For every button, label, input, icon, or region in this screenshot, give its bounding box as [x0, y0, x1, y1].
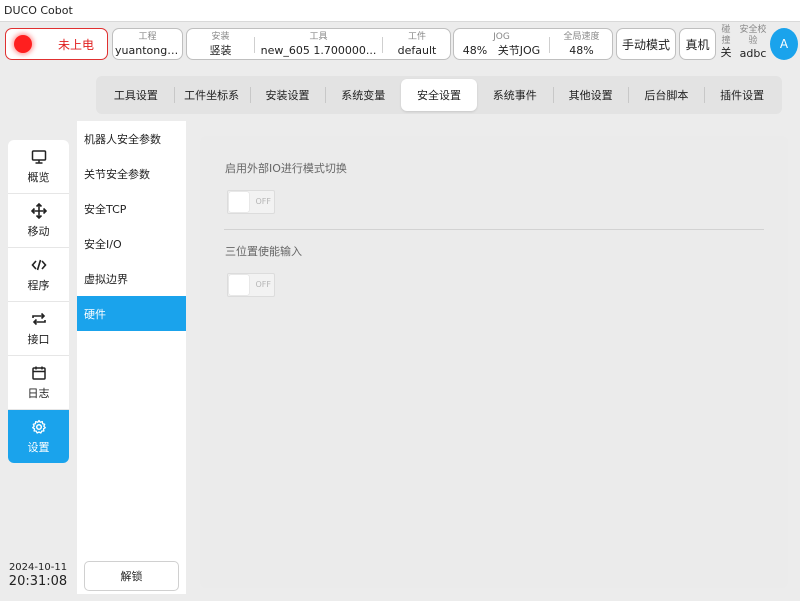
global-speed-field[interactable]: 全局速度 48% [550, 29, 613, 59]
project-value: yuantongda... [115, 44, 182, 57]
gear-icon [31, 419, 46, 434]
workpiece-value: default [397, 44, 437, 57]
tab-other-settings[interactable]: 其他设置 [552, 79, 629, 111]
real-robot-button[interactable]: 真机 [679, 28, 716, 60]
nav-item-program[interactable]: 程序 [8, 248, 69, 302]
global-speed-label: 全局速度 [563, 32, 600, 42]
collision-indicator[interactable]: 碰撞 关 [719, 25, 733, 58]
workpiece-field[interactable]: 工件 default [383, 29, 451, 59]
safety-check[interactable]: 安全校验 adbc [736, 25, 770, 61]
nav-item-move[interactable]: 移动 [8, 194, 69, 248]
settings-tab-bar: 工具设置 工件坐标系 安装设置 系统变量 安全设置 系统事件 其他设置 后台脚本… [96, 76, 782, 114]
toggle-state: OFF [255, 197, 272, 206]
nav-item-label: 设置 [27, 441, 50, 454]
manual-mode-button[interactable]: 手动模式 [616, 28, 676, 60]
safety-check-label: 安全校验 [739, 25, 767, 46]
submenu-item-joint-safety[interactable]: 关节安全参数 [77, 156, 186, 191]
clock: 2024-10-11 20:31:08 [6, 562, 70, 590]
calendar-icon [31, 366, 46, 380]
project-label: 工程 [138, 32, 157, 42]
move-icon [30, 202, 47, 219]
window-title: DUCO Cobot [0, 0, 800, 22]
global-speed-value: 48% [569, 44, 594, 57]
external-io-mode-switch-toggle[interactable]: OFF [227, 190, 275, 214]
nav-item-settings[interactable]: 设置 [8, 410, 69, 463]
tool-value: new_605 1.700000... [260, 44, 377, 57]
jog-label: JOG [493, 32, 510, 42]
swap-icon [31, 312, 46, 325]
nav-item-overview[interactable]: 概览 [8, 140, 69, 194]
tool-field[interactable]: 工具 new_605 1.700000... [255, 29, 382, 59]
current-date: 2024-10-11 [8, 562, 68, 573]
workpiece-label: 工件 [407, 32, 426, 42]
nav-item-label: 日志 [27, 386, 50, 400]
safety-check-value: adbc [739, 47, 767, 60]
tab-workpiece-coordinate[interactable]: 工件坐标系 [173, 79, 250, 111]
jog-mode: 关节JOG [497, 44, 541, 57]
external-io-mode-switch-label: 启用外部IO进行模式切换 [225, 162, 347, 175]
submenu-item-safety-tcp[interactable]: 安全TCP [77, 191, 186, 226]
install-tool-group: 安装 竖装 工具 new_605 1.700000... 工件 default [186, 28, 451, 60]
collision-label: 碰撞 [721, 25, 731, 46]
submenu-item-safety-io[interactable]: 安全I/O [77, 226, 186, 261]
project-field[interactable]: 工程 yuantongda... [112, 28, 183, 60]
jog-speed: 48% [462, 44, 488, 57]
tab-system-variables[interactable]: 系统变量 [325, 79, 401, 111]
divider [224, 229, 764, 230]
tab-install-settings[interactable]: 安装设置 [249, 79, 326, 111]
tab-safety-settings[interactable]: 安全设置 [401, 79, 477, 111]
nav-item-label: 程序 [27, 278, 50, 292]
jog-field[interactable]: JOG 48% 关节JOG [454, 29, 549, 59]
tab-background-script[interactable]: 后台脚本 [628, 79, 704, 111]
three-position-enable-label: 三位置使能输入 [225, 245, 302, 258]
nav-item-label: 移动 [27, 224, 50, 238]
tab-plugin-settings[interactable]: 插件设置 [704, 79, 780, 111]
three-position-enable-toggle[interactable]: OFF [227, 273, 275, 297]
speed-group: JOG 48% 关节JOG 全局速度 48% [453, 28, 613, 60]
submenu-item-hardware[interactable]: 硬件 [77, 296, 186, 331]
nav-item-interface[interactable]: 接口 [8, 302, 69, 356]
avatar[interactable]: A [770, 28, 798, 60]
collision-value: 关 [720, 46, 732, 59]
safety-submenu: 机器人安全参数 关节安全参数 安全TCP 安全I/O 虚拟边界 硬件 解锁 [77, 121, 186, 594]
tool-label: 工具 [309, 32, 328, 42]
submenu-item-robot-safety[interactable]: 机器人安全参数 [77, 121, 186, 156]
code-icon [30, 259, 47, 270]
unlock-button[interactable]: 解锁 [84, 561, 179, 591]
main-navigation: 概览 移动 程序 接口 日志 设置 [8, 140, 69, 463]
submenu-item-virtual-boundary[interactable]: 虚拟边界 [77, 261, 186, 296]
power-indicator-icon [14, 35, 32, 53]
nav-item-label: 概览 [27, 170, 50, 184]
toggle-knob [229, 192, 249, 212]
jog-value: 48% 关节JOG [461, 44, 542, 57]
tab-system-events[interactable]: 系统事件 [477, 79, 553, 111]
toggle-state: OFF [255, 280, 272, 289]
tab-tool-settings[interactable]: 工具设置 [98, 79, 174, 111]
monitor-icon [31, 149, 46, 164]
toggle-knob [229, 275, 249, 295]
status-bar: 未上电 工程 yuantongda... 安装 竖装 工具 new_605 1.… [0, 22, 800, 66]
nav-item-label: 接口 [27, 332, 50, 346]
install-value: 竖装 [209, 44, 232, 57]
power-status: 未上电 [58, 37, 95, 52]
install-label: 安装 [211, 32, 230, 42]
current-time: 20:31:08 [8, 574, 68, 589]
power-button[interactable]: 未上电 [5, 28, 108, 60]
hardware-settings-panel: 启用外部IO进行模式切换 OFF 三位置使能输入 OFF [200, 136, 788, 588]
nav-item-log[interactable]: 日志 [8, 356, 69, 410]
install-field[interactable]: 安装 竖装 [187, 29, 254, 59]
